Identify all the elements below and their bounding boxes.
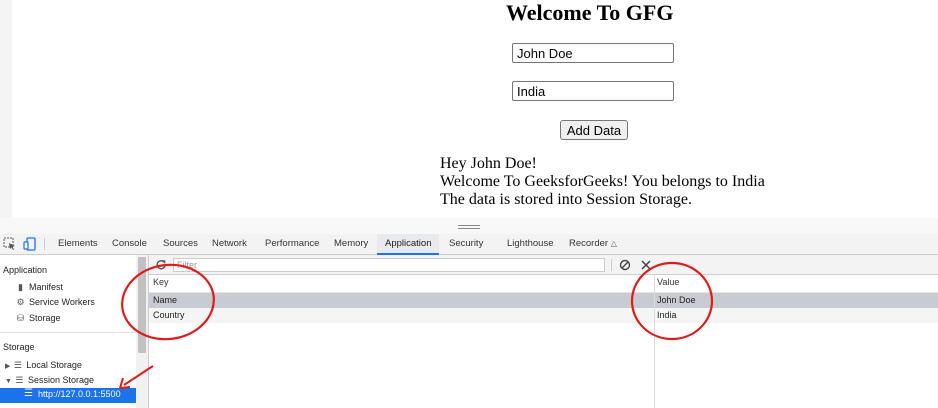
inspect-element-icon[interactable]	[3, 237, 17, 251]
key-cell: Name	[153, 295, 178, 305]
filter-input[interactable]: Filter	[173, 258, 605, 272]
grid-icon: ☰	[24, 388, 33, 399]
file-icon: ▮	[18, 282, 23, 292]
sidebar-item-manifest[interactable]: ▮ Manifest	[15, 282, 63, 293]
delete-selected-icon[interactable]	[640, 259, 652, 271]
storage-panel: Filter Key Value Name John Doe Country I…	[149, 255, 938, 408]
tab-elements[interactable]: Elements	[58, 234, 98, 254]
sidebar-section-storage: Storage	[3, 342, 35, 352]
sidebar-item-label: Local Storage	[26, 360, 82, 370]
web-page: Welcome To GFG Add Data Hey John Doe! We…	[0, 0, 938, 218]
storage-info-text: The data is stored into Session Storage.	[440, 191, 692, 208]
page-title: Welcome To GFG	[506, 0, 674, 25]
sidebar-divider	[0, 332, 136, 333]
tab-recorder-label: Recorder	[569, 238, 609, 249]
sidebar-item-service-workers[interactable]: ⚙ Service Workers	[15, 297, 95, 308]
greeting-text: Hey John Doe!	[440, 155, 537, 172]
tab-performance[interactable]: Performance	[265, 234, 319, 254]
gear-icon: ⚙	[16, 297, 25, 307]
column-divider	[654, 275, 655, 408]
application-sidebar: Application ▮ Manifest ⚙ Service Workers ⛁…	[0, 255, 136, 408]
sidebar-item-label: http://127.0.0.1:5500	[38, 389, 121, 399]
tab-memory[interactable]: Memory	[334, 234, 368, 254]
sidebar-item-label: Storage	[29, 313, 61, 323]
flask-icon: △	[610, 239, 617, 248]
sidebar-item-storage[interactable]: ⛁ Storage	[15, 313, 61, 324]
tab-lighthouse[interactable]: Lighthouse	[507, 234, 553, 254]
refresh-icon[interactable]	[155, 259, 167, 271]
grip-line	[458, 228, 480, 229]
grid-icon: ☰	[13, 360, 22, 370]
tab-security[interactable]: Security	[449, 234, 483, 254]
sidebar-item-label: Manifest	[29, 282, 64, 292]
sidebar-item-session-origin[interactable]: ☰ http://127.0.0.1:5500	[0, 388, 136, 403]
grip-line	[458, 225, 480, 226]
sidebar-item-local-storage[interactable]: ▶ ☰ Local Storage	[5, 360, 82, 371]
tab-recorder[interactable]: Recorder △	[569, 234, 617, 254]
scrollbar-thumb[interactable]	[138, 257, 146, 353]
key-cell: Country	[153, 310, 185, 320]
devtools-resize-handle[interactable]	[0, 218, 938, 234]
sidebar-item-label: Session Storage	[27, 375, 94, 385]
grid-icon: ☰	[15, 375, 24, 385]
name-input[interactable]	[512, 43, 674, 63]
devtools-tabbar: Elements Console Sources Network Perform…	[0, 234, 938, 255]
tab-console[interactable]: Console	[112, 234, 147, 254]
device-toolbar-icon[interactable]	[23, 237, 37, 251]
sidebar-item-label: Service Workers	[29, 297, 95, 307]
toolbar-divider	[611, 259, 612, 271]
expand-arrow-icon[interactable]: ▶	[5, 363, 10, 370]
column-header-key[interactable]: Key	[153, 277, 169, 287]
table-row[interactable]: Country India	[149, 308, 938, 323]
sidebar-scrollbar[interactable]	[136, 255, 149, 408]
sidebar-section-application: Application	[3, 265, 48, 275]
tab-sources[interactable]: Sources	[163, 234, 198, 254]
table-row[interactable]: Name John Doe	[149, 293, 938, 308]
toolbar-divider	[44, 238, 45, 250]
country-input[interactable]	[512, 81, 674, 101]
add-data-button[interactable]: Add Data	[560, 120, 628, 140]
sidebar-item-session-storage[interactable]: ▼ ☰ Session Storage	[5, 375, 94, 386]
database-icon: ⛁	[16, 313, 25, 323]
tab-network[interactable]: Network	[212, 234, 247, 254]
column-header-value[interactable]: Value	[657, 277, 679, 287]
value-cell: India	[657, 310, 677, 320]
welcome-text: Welcome To GeeksforGeeks! You belongs to…	[440, 173, 765, 190]
collapse-arrow-icon[interactable]: ▼	[5, 378, 12, 385]
storage-toolbar: Filter	[149, 255, 938, 275]
clear-all-icon[interactable]	[619, 259, 631, 271]
value-cell: John Doe	[657, 295, 696, 305]
tab-application[interactable]: Application	[377, 234, 440, 255]
